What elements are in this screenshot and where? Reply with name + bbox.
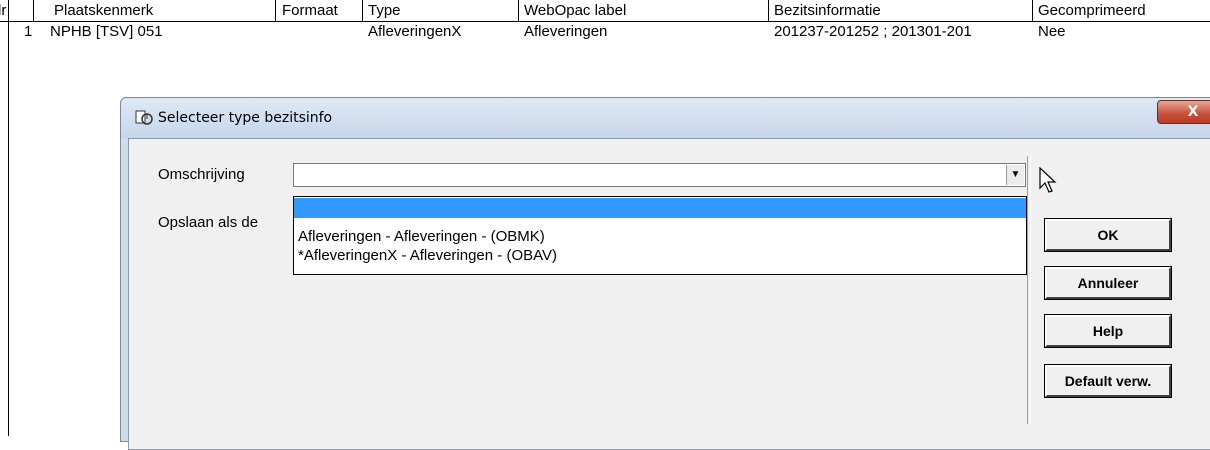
header-plaatskenmerk[interactable]: Plaatskenmerk [50,0,275,21]
col-divider [1032,0,1033,21]
col-divider [33,0,34,21]
select-type-dialog: Selecteer type bezitsinfo X Omschrijving… [120,97,1210,450]
row-bezitsinformatie[interactable]: 201237-201252 ; 201301-201 [770,21,1034,42]
mouse-pointer-icon [1039,167,1057,193]
close-button[interactable]: X [1157,100,1210,124]
omschrijving-dropdown-list[interactable]: Afleveringen - Afleveringen - (OBMK) *Af… [293,196,1027,275]
dialog-content: Omschrijving ▼ Opslaan als de Aflevering… [128,138,1210,450]
annuleer-button[interactable]: Annuleer [1044,266,1172,300]
header-nr[interactable]: lr [0,0,14,21]
col-divider [275,0,276,21]
header-formaat[interactable]: Formaat [278,0,362,21]
combo-arrow-icon[interactable]: ▼ [1006,165,1024,185]
default-verw-button[interactable]: Default verw. [1044,364,1172,398]
dropdown-option-obav[interactable]: *AfleveringenX - Afleveringen - (OBAV) [294,246,1026,266]
header-bezitsinformatie[interactable]: Bezitsinformatie [770,0,1032,21]
help-button[interactable]: Help [1044,314,1172,348]
row-gecomprimeerd[interactable]: Nee [1034,21,1210,42]
row-plaatskenmerk[interactable]: NPHB [TSV] 051 [46,21,275,42]
col-divider [362,0,363,21]
grid-left-border [8,0,9,436]
dropdown-option-obmk[interactable]: Afleveringen - Afleveringen - (OBMK) [294,227,1026,247]
opslaan-label-text: Opslaan als de [158,214,259,231]
close-icon: X [1187,104,1199,120]
row-nr[interactable]: 1 [20,21,44,42]
ok-button[interactable]: OK [1044,218,1172,252]
header-gecomprimeerd[interactable]: Gecomprimeerd [1034,0,1210,21]
col-divider [518,0,519,21]
col-divider [768,0,769,21]
row-formaat[interactable] [278,21,362,42]
row-type[interactable]: AfleveringenX [364,21,518,42]
header-type[interactable]: Type [364,0,518,21]
dialog-titlebar[interactable]: Selecteer type bezitsinfo X [121,98,1210,138]
opslaan-label: Opslaan als de [158,214,258,231]
omschrijving-combobox[interactable]: ▼ [293,163,1026,187]
vertical-separator [1027,156,1031,424]
header-webopac-label[interactable]: WebOpac label [520,0,768,21]
dialog-title: Selecteer type bezitsinfo [158,110,333,126]
dialog-app-icon [135,110,153,125]
dropdown-option-empty[interactable] [294,198,1026,218]
omschrijving-label: Omschrijving [158,166,245,183]
row-webopac-label[interactable]: Afleveringen [520,21,768,42]
